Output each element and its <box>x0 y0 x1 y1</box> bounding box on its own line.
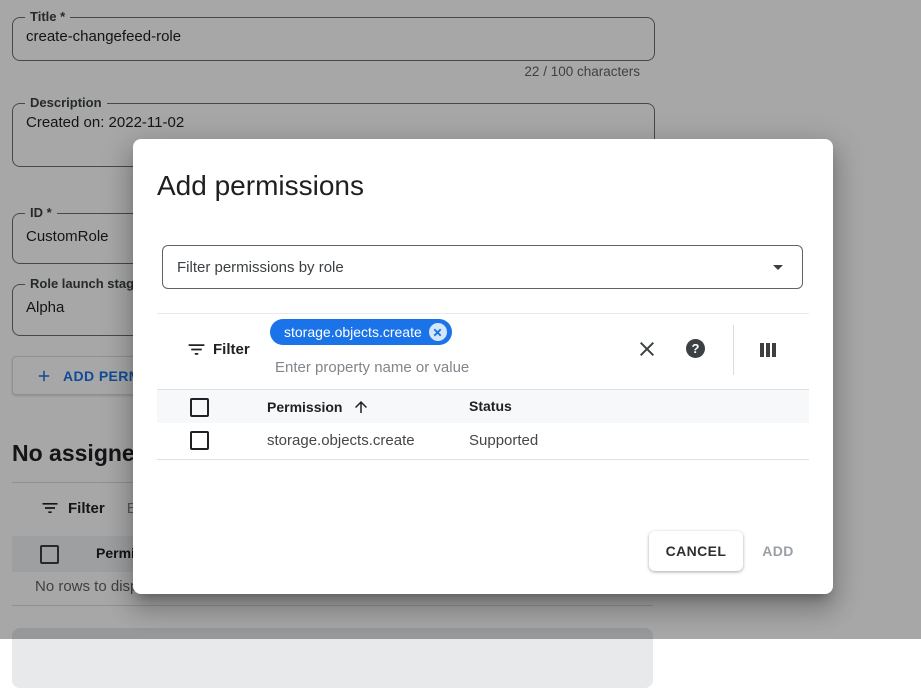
chevron-down-icon <box>766 255 790 279</box>
filter-by-role-select-value: Filter permissions by role <box>163 259 766 276</box>
add-button[interactable]: ADD <box>747 531 809 571</box>
status-column-header[interactable]: Status <box>469 398 512 414</box>
permission-column-header[interactable]: Permission <box>267 398 370 416</box>
filter-input-placeholder[interactable]: Enter property name or value <box>275 359 469 376</box>
permission-cell: storage.objects.create <box>267 432 415 449</box>
row-checkbox[interactable] <box>190 431 209 450</box>
permission-column-label: Permission <box>267 399 342 415</box>
filter-chip[interactable]: storage.objects.create <box>270 319 452 345</box>
dialog-title: Add permissions <box>157 170 364 202</box>
permissions-table-header: Permission Status <box>157 390 809 423</box>
filter-by-role-select[interactable]: Filter permissions by role <box>162 245 803 289</box>
status-cell: Supported <box>469 432 538 449</box>
help-icon[interactable] <box>686 339 705 358</box>
column-display-icon[interactable] <box>756 338 780 362</box>
sort-ascending-icon <box>352 398 370 416</box>
table-row[interactable]: storage.objects.create Supported <box>157 423 809 460</box>
filter-label[interactable]: Filter <box>213 341 250 358</box>
divider <box>157 313 809 314</box>
clear-filter-icon[interactable] <box>635 337 659 361</box>
add-permissions-dialog: Add permissions Filter permissions by ro… <box>133 139 833 594</box>
chip-remove-icon[interactable] <box>429 323 447 341</box>
select-all-checkbox[interactable] <box>190 398 209 417</box>
cancel-button[interactable]: CANCEL <box>649 531 743 571</box>
toolbar-divider <box>733 325 734 375</box>
filter-chip-label: storage.objects.create <box>284 324 422 340</box>
filter-icon <box>186 339 207 360</box>
